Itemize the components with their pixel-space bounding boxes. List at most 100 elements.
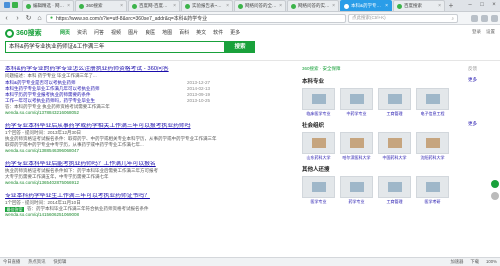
extension-icon[interactable]	[471, 14, 478, 22]
thumbnail	[416, 132, 449, 154]
favicon-icon	[185, 3, 190, 9]
close-icon[interactable]: ×	[438, 3, 441, 9]
tab-baike[interactable]: 百科	[179, 29, 189, 36]
search-button[interactable]: 搜索	[225, 41, 255, 53]
status-bar: 今日直播 热点资讯 快剪辑 加速器 下载 100%	[0, 257, 500, 266]
close-icon[interactable]: ×	[67, 3, 70, 9]
tab-images[interactable]: 图片	[128, 29, 138, 36]
menu-icon[interactable]	[491, 14, 498, 22]
favicon-icon	[291, 3, 296, 9]
share-icon[interactable]	[491, 180, 499, 188]
thumbnail	[416, 88, 449, 110]
close-window-icon[interactable]: ×	[488, 2, 500, 8]
feedback-link[interactable]: 反馈	[468, 66, 477, 72]
card-grid: 医学专业 药学专业 工商管理 医学考研	[302, 176, 477, 204]
browser-tab[interactable]: 百度网-百度一下 ×	[128, 0, 180, 11]
thumbnail	[378, 88, 411, 110]
entity-card[interactable]: 中药学专业	[340, 88, 373, 116]
entity-card[interactable]: 工商管理	[378, 176, 411, 204]
result-item: 药学专业本科毕业后从事药学或药学相关工作满三年可以报考执业药师吗 1个回答 - …	[5, 123, 295, 154]
tab-more[interactable]: 更多	[230, 29, 240, 36]
minimize-icon[interactable]: –	[464, 2, 476, 8]
browser-tab[interactable]: 编辑精选 · 网易行业协会×	[22, 0, 74, 11]
download-button[interactable]: 下载	[470, 259, 479, 265]
forward-icon[interactable]: ›	[13, 14, 22, 23]
entity-card[interactable]: 医学专业	[302, 176, 335, 204]
thumbnail	[340, 176, 373, 198]
more-link[interactable]: 更多	[468, 121, 477, 129]
tab-qa[interactable]: 问答	[94, 29, 104, 36]
result-url[interactable]: wenda.so.com/q/1415606251069008	[5, 212, 295, 218]
tab-english[interactable]: 英文	[196, 29, 206, 36]
browser-search-field[interactable]: 点此搜索(Ctrl+K) ⌕	[348, 13, 458, 23]
status-item[interactable]: 今日直播	[3, 259, 20, 265]
toolbar-icons	[471, 14, 498, 22]
zoom-level[interactable]: 100%	[486, 259, 497, 265]
safety-notice: 360搜索 · 安全保障 反馈	[302, 66, 477, 72]
entity-card[interactable]: 中国药科大学	[378, 132, 411, 160]
browser-tab[interactable]: 实验报告表~gusijun×	[181, 0, 233, 11]
home-icon[interactable]: ⌂	[35, 14, 44, 23]
login-link[interactable]: 登录	[472, 29, 481, 35]
status-item[interactable]: 热点资讯	[28, 259, 45, 265]
back-to-top-icon[interactable]	[491, 192, 499, 200]
settings-link[interactable]: 设置	[486, 29, 495, 35]
tab-web[interactable]: 网页	[60, 29, 70, 36]
entity-card[interactable]: 医学考研	[416, 176, 449, 204]
maximize-icon[interactable]: □	[476, 2, 488, 8]
new-tab-button[interactable]: +	[446, 1, 456, 11]
close-icon[interactable]: ×	[120, 3, 123, 9]
tab-map[interactable]: 地图	[162, 29, 172, 36]
accelerator-button[interactable]: 加速器	[451, 259, 464, 265]
url-text: https://www.so.com/s?ie=utf-8&src=360se7…	[56, 15, 208, 22]
grid-icon	[12, 2, 18, 8]
browser-tab[interactable]: 360搜索 ×	[75, 0, 127, 11]
site-logo[interactable]: 360搜索	[5, 28, 42, 38]
card-grid: 山东药科大学 哈尔滨医科大学 中国药科大学 沈阳药科大学	[302, 132, 477, 160]
entity-card[interactable]: 沈阳药科大学	[416, 132, 449, 160]
entity-card[interactable]: 山东药科大学	[302, 132, 335, 160]
result-item: 专业本科药学毕业生工作满三年可以考执业药师证书吗？ 1个回答 - 提问时间：20…	[5, 193, 295, 218]
close-icon[interactable]: ×	[226, 3, 229, 9]
back-icon[interactable]: ‹	[2, 14, 11, 23]
close-icon[interactable]: ×	[332, 3, 335, 9]
thumbnail	[302, 132, 335, 154]
section-title: 社会组织 更多	[302, 121, 477, 129]
tab-software[interactable]: 软件	[213, 29, 223, 36]
close-icon[interactable]: ×	[173, 3, 176, 9]
status-item[interactable]: 快剪辑	[53, 259, 66, 265]
search-icon[interactable]: ⌕	[451, 16, 454, 21]
download-icon[interactable]	[481, 14, 488, 22]
browser-tab[interactable]: 百度搜索 ×	[393, 0, 445, 11]
entity-card[interactable]: 哈尔滨医科大学	[340, 132, 373, 160]
result-url[interactable]: wenda.so.com/q/1378843216068052	[5, 110, 295, 116]
entity-card[interactable]: 工商管理	[378, 88, 411, 116]
result-snippet: 问题描述：本科 药学专业 毕业工作满三年了...	[5, 73, 97, 78]
result-title[interactable]: 专业本科药学毕业生工作满三年可以考执业药师证书吗？	[5, 193, 295, 200]
close-icon[interactable]: ×	[279, 3, 282, 9]
url-field[interactable]: ● https://www.so.com/s?ie=utf-8&src=360s…	[46, 13, 346, 23]
browser-menu[interactable]	[0, 0, 22, 11]
browser-tab-active[interactable]: 本科&药学专业实践考试×	[340, 0, 392, 11]
browser-tab[interactable]: 网络问答的全部精选×	[234, 0, 286, 11]
result-title[interactable]: 本科&药学专业的药学专业怎么注册执业药师资格考试 - 360问答	[5, 66, 295, 73]
entity-card[interactable]: 电子信息工程	[416, 88, 449, 116]
entity-card[interactable]: 药学专业	[340, 176, 373, 204]
browser-tab[interactable]: 网络问答的实验报告×	[287, 0, 339, 11]
search-input[interactable]: 本科&药学专业执业药师证&工作满三年	[5, 41, 225, 53]
browser-logo-icon	[4, 2, 10, 8]
more-link[interactable]: 更多	[468, 77, 477, 85]
tab-news[interactable]: 资讯	[77, 29, 87, 36]
tab-health[interactable]: 良医	[145, 29, 155, 36]
tab-video[interactable]: 视频	[111, 29, 121, 36]
entity-card[interactable]: 临床医学专业	[302, 88, 335, 116]
result-url[interactable]: wenda.so.com/q/1365402875066912	[5, 180, 295, 186]
refresh-icon[interactable]: ↻	[24, 14, 33, 23]
thumbnail	[340, 88, 373, 110]
result-title[interactable]: 药学专业本科毕业后从事药学或药学相关工作满三年可以报考执业药师吗	[5, 123, 295, 130]
thumbnail	[378, 176, 411, 198]
result-title[interactable]: 药学专业本科毕业后能考执业药师吗？工作满几年可以报名	[5, 161, 295, 168]
result-url[interactable]: wenda.so.com/q/1388546396068047	[5, 148, 295, 154]
favicon-icon	[26, 3, 31, 9]
close-icon[interactable]: ×	[385, 3, 388, 9]
